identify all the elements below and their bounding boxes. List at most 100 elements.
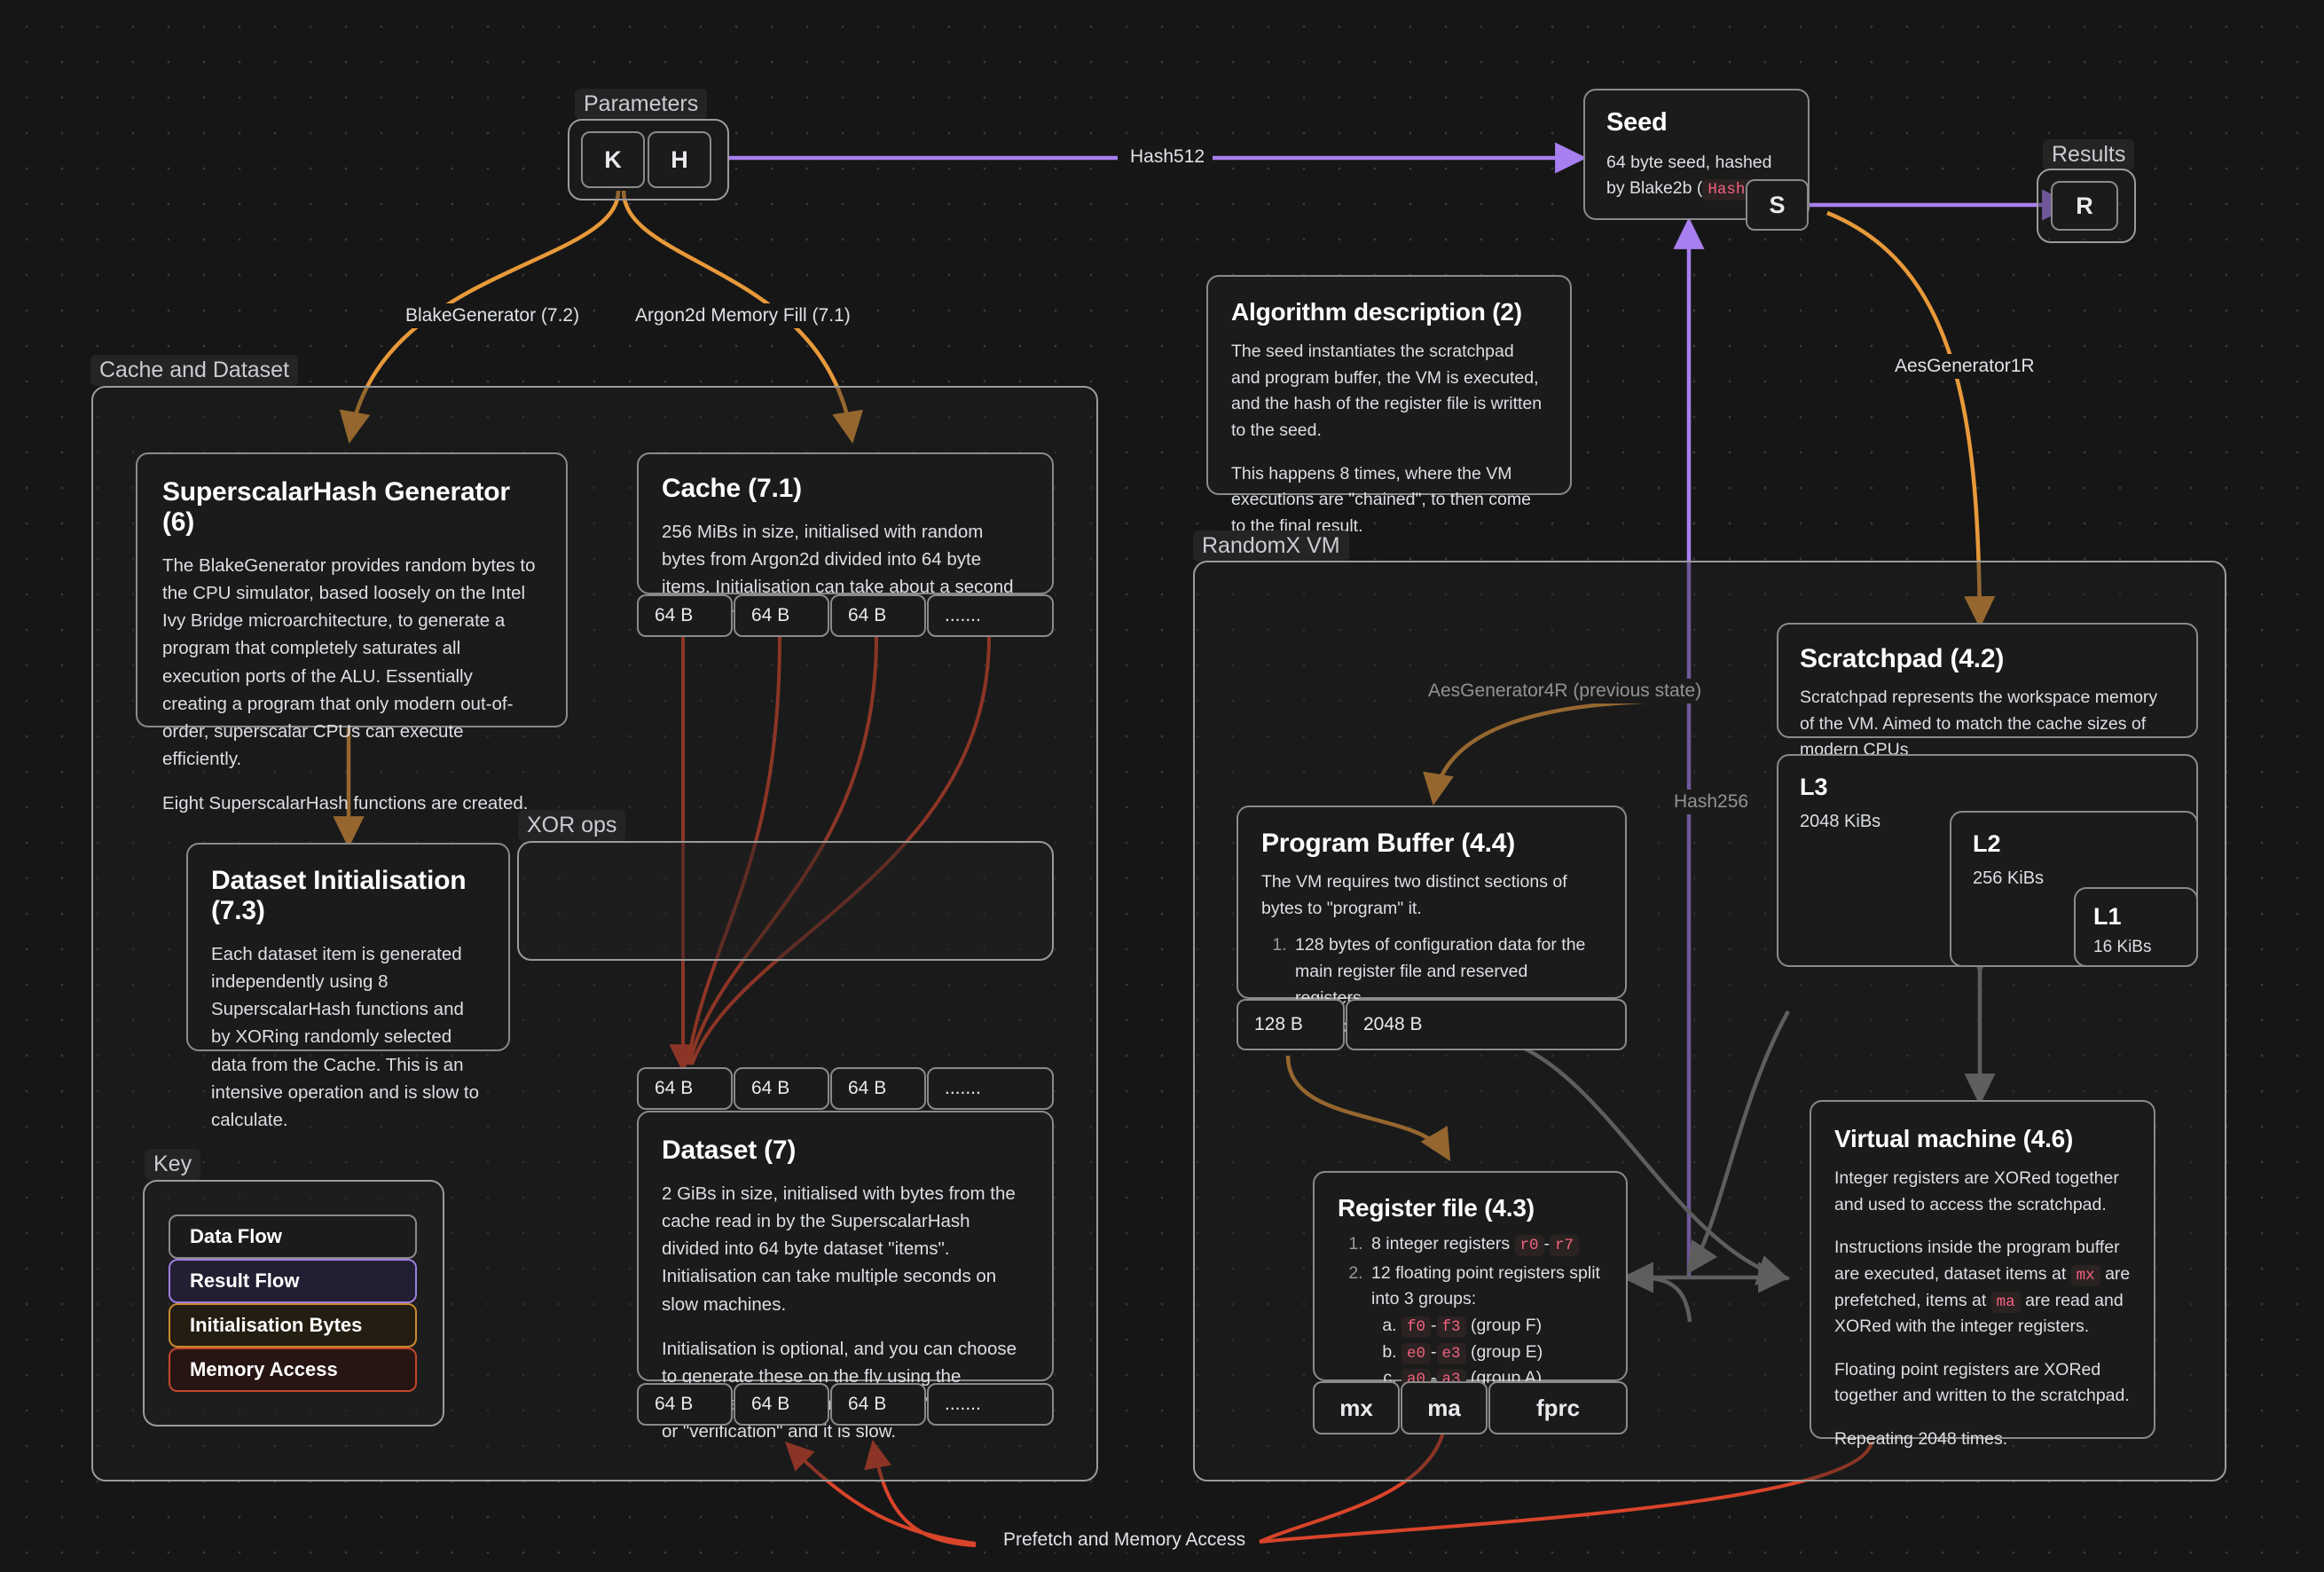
- dataset-init-body: Each dataset item is generated independe…: [211, 940, 485, 1134]
- edge-label-argon2d: Argon2d Memory Fill (7.1): [627, 303, 859, 328]
- l2-title: L2: [1973, 830, 2001, 857]
- register-file-node[interactable]: Register file (4.3) 8 integer registers …: [1313, 1171, 1628, 1391]
- group-label-xor-ops: XOR ops: [518, 810, 626, 841]
- group-label-cache-dataset: Cache and Dataset: [90, 355, 299, 386]
- code-e3: e3: [1436, 1342, 1466, 1364]
- l2-size: 256 KiBs: [1973, 869, 2045, 888]
- register-file-item-1-text: 8 integer registers: [1371, 1234, 1515, 1254]
- virtual-machine-body: Integer registers are XORed together and…: [1834, 1166, 2131, 1453]
- edge-label-blakegenerator: BlakeGenerator (7.2): [397, 303, 588, 328]
- superscalar-title: SuperscalarHash Generator (6): [162, 477, 510, 537]
- algorithm-paragraph-1: The seed instantiates the scratchpad and…: [1231, 342, 1543, 440]
- vm-paragraph-4: Repeating 2048 times.: [1834, 1429, 2008, 1449]
- dash-a: -: [1431, 1315, 1437, 1335]
- group-e-text: (group E): [1470, 1341, 1543, 1362]
- superscalar-paragraph-1: The BlakeGenerator provides random bytes…: [162, 555, 536, 770]
- key-item-result-flow: Result Flow: [169, 1259, 417, 1303]
- code-e0: e0: [1401, 1342, 1432, 1364]
- l1-title: L1: [2093, 903, 2122, 930]
- vm-paragraph-1: Integer registers are XORed together and…: [1834, 1168, 2119, 1214]
- scratchpad-body: Scratchpad represents the workspace memo…: [1800, 685, 2175, 764]
- chip-k[interactable]: K: [581, 131, 645, 188]
- dataset-title: Dataset (7): [662, 1136, 797, 1165]
- diagram-canvas: Parameters K H Hash512 BlakeGenerator (7…: [0, 0, 2324, 1572]
- edge-label-prefetch: Prefetch and Memory Access: [995, 1528, 1254, 1552]
- register-file-sub-a: f0-f3 (group F): [1401, 1313, 1603, 1340]
- algorithm-paragraph-2: This happens 8 times, where the VM execu…: [1231, 463, 1531, 536]
- key-item-memory-access: Memory Access: [169, 1348, 417, 1392]
- dataset-bottom-item-2[interactable]: 64 B: [830, 1383, 926, 1426]
- xor-ops-group: [517, 841, 1054, 961]
- code-mx: mx: [2070, 1264, 2100, 1286]
- program-buffer-chunk-128b[interactable]: 128 B: [1237, 999, 1345, 1050]
- vm-paragraph-2: Instructions inside the program buffer a…: [1834, 1235, 2131, 1340]
- group-label-key: Key: [145, 1149, 201, 1180]
- superscalar-body: The BlakeGenerator provides random bytes…: [162, 552, 541, 817]
- dataset-top-item-2[interactable]: 64 B: [830, 1067, 926, 1110]
- program-buffer-paragraph-1: The VM requires two distinct sections of…: [1261, 872, 1567, 918]
- chip-h[interactable]: H: [648, 131, 711, 188]
- register-chip-fprc[interactable]: fprc: [1488, 1381, 1628, 1434]
- cache-item-1[interactable]: 64 B: [734, 594, 829, 637]
- algorithm-description-node[interactable]: Algorithm description (2) The seed insta…: [1206, 275, 1572, 536]
- cache-item-2[interactable]: 64 B: [830, 594, 926, 637]
- code-r7: r7: [1550, 1235, 1580, 1256]
- virtual-machine-node[interactable]: Virtual machine (4.6) Integer registers …: [1810, 1100, 2155, 1449]
- cache-level-l1[interactable]: L1 16 KiBs: [2074, 887, 2198, 967]
- register-file-sub-b: e0-e3 (group E): [1401, 1340, 1603, 1366]
- scratchpad-paragraph-1: Scratchpad represents the workspace memo…: [1800, 688, 2158, 760]
- dash-b: -: [1431, 1341, 1437, 1362]
- seed-title: Seed: [1606, 108, 1668, 137]
- key-item-data-flow: Data Flow: [169, 1214, 417, 1259]
- register-file-item-1: 8 integer registers r0-r7: [1368, 1231, 1603, 1258]
- chip-s[interactable]: S: [1746, 179, 1809, 231]
- code-ma: ma: [1990, 1291, 2021, 1313]
- l1-size: 16 KiBs: [2093, 938, 2152, 956]
- dataset-node[interactable]: Dataset (7) 2 GiBs in size, initialised …: [637, 1111, 1054, 1442]
- dataset-initialisation-node[interactable]: Dataset Initialisation (7.3) Each datase…: [186, 843, 510, 1130]
- scratchpad-node[interactable]: Scratchpad (4.2) Scratchpad represents t…: [1777, 623, 2198, 759]
- register-file-title: Register file (4.3): [1338, 1194, 1535, 1222]
- dataset-bottom-item-1[interactable]: 64 B: [734, 1383, 829, 1426]
- edge-label-aesgenerator1r: AesGenerator1R: [1887, 354, 2043, 379]
- cache-node[interactable]: Cache (7.1) 256 MiBs in size, initialise…: [637, 452, 1054, 625]
- dataset-top-item-more[interactable]: .......: [927, 1067, 1054, 1110]
- register-file-item-2: 12 floating point registers split into 3…: [1368, 1261, 1603, 1392]
- vm-paragraph-3: Floating point registers are XORed toget…: [1834, 1359, 2130, 1406]
- code-f3: f3: [1436, 1316, 1466, 1338]
- register-file-item-2-text: 12 floating point registers split into 3…: [1371, 1262, 1600, 1309]
- chip-r[interactable]: R: [2051, 181, 2118, 231]
- program-buffer-title: Program Buffer (4.4): [1261, 829, 1516, 858]
- dataset-init-paragraph-1: Each dataset item is generated independe…: [211, 944, 479, 1130]
- program-buffer-chunk-2048b[interactable]: 2048 B: [1346, 999, 1627, 1050]
- group-f-text: (group F): [1470, 1315, 1543, 1335]
- cache-item-more[interactable]: .......: [927, 594, 1054, 637]
- virtual-machine-title: Virtual machine (4.6): [1834, 1125, 2074, 1152]
- program-buffer-node[interactable]: Program Buffer (4.4) The VM requires two…: [1237, 806, 1627, 1036]
- register-file-sublist: f0-f3 (group F) e0-e3 (group E) a0-a3 (g…: [1371, 1313, 1603, 1392]
- algorithm-body: The seed instantiates the scratchpad and…: [1231, 339, 1547, 539]
- algorithm-title: Algorithm description (2): [1231, 298, 1522, 326]
- group-label-parameters: Parameters: [575, 89, 708, 120]
- superscalarhash-generator-node[interactable]: SuperscalarHash Generator (6) The BlakeG…: [136, 452, 568, 814]
- cache-item-0[interactable]: 64 B: [637, 594, 733, 637]
- edge-label-hash512: Hash512: [1122, 145, 1213, 169]
- code-r0: r0: [1514, 1235, 1544, 1256]
- dataset-init-title: Dataset Initialisation (7.3): [211, 866, 467, 925]
- cache-title: Cache (7.1): [662, 474, 802, 503]
- l3-title: L3: [1800, 774, 1828, 800]
- dataset-top-item-0[interactable]: 64 B: [637, 1067, 733, 1110]
- dataset-bottom-item-more[interactable]: .......: [927, 1383, 1054, 1426]
- register-chip-ma[interactable]: ma: [1401, 1381, 1488, 1434]
- group-label-randomx-vm: RandomX VM: [1193, 531, 1349, 562]
- scratchpad-title: Scratchpad (4.2): [1800, 644, 2005, 673]
- dataset-top-item-1[interactable]: 64 B: [734, 1067, 829, 1110]
- group-label-results: Results: [2043, 139, 2135, 170]
- dataset-bottom-item-0[interactable]: 64 B: [637, 1383, 733, 1426]
- superscalar-paragraph-2: Eight SuperscalarHash functions are crea…: [162, 793, 529, 814]
- register-file-list: 8 integer registers r0-r7 12 floating po…: [1338, 1231, 1603, 1392]
- code-f0: f0: [1401, 1316, 1432, 1338]
- register-chip-mx[interactable]: mx: [1313, 1381, 1400, 1434]
- dataset-paragraph-1: 2 GiBs in size, initialised with bytes f…: [662, 1183, 1016, 1315]
- key-item-initialisation-bytes: Initialisation Bytes: [169, 1303, 417, 1348]
